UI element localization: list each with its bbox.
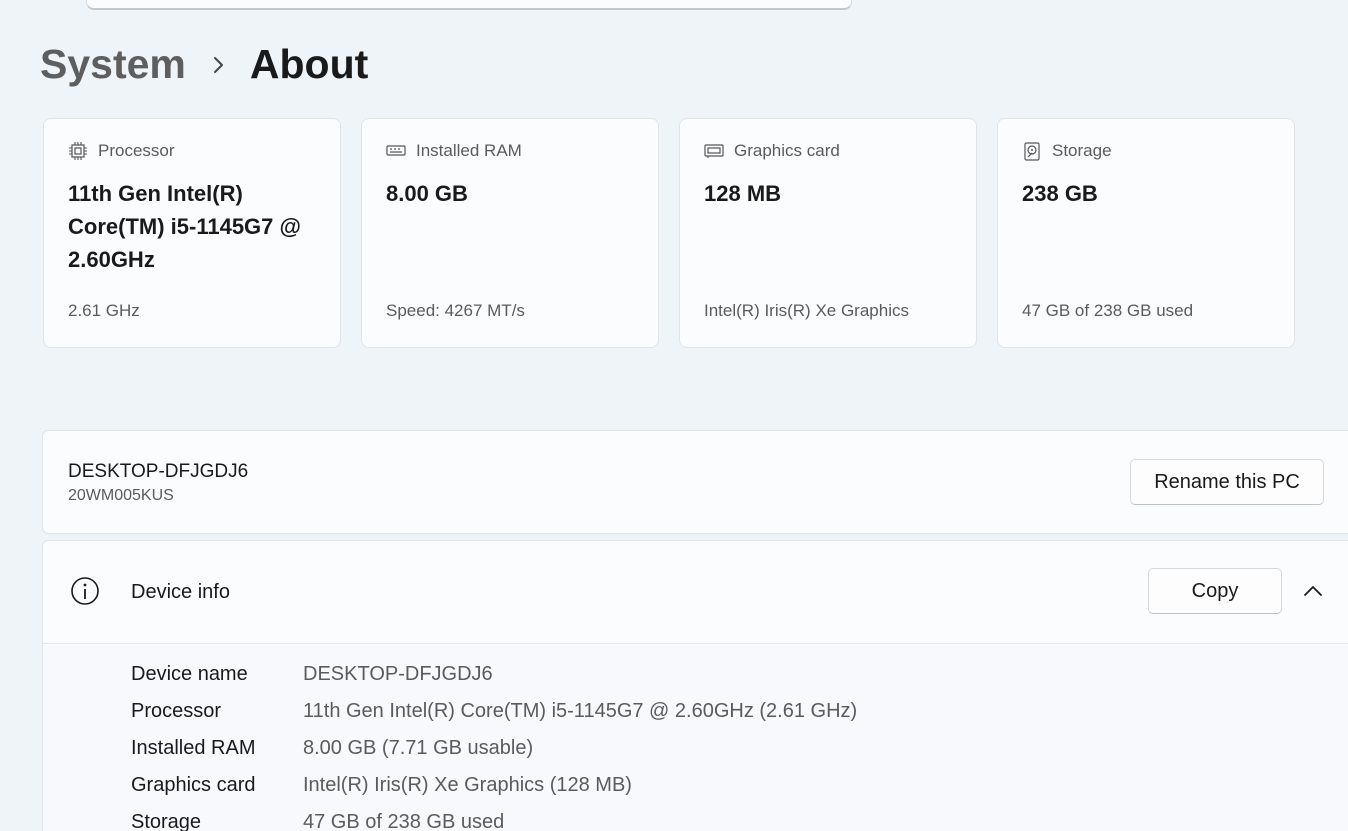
chevron-right-icon — [212, 44, 226, 84]
device-info-title: Device info — [131, 581, 230, 603]
graphics-value: 128 MB — [704, 181, 782, 206]
rename-pc-button[interactable]: Rename this PC — [1130, 459, 1324, 505]
spec-value: 11th Gen Intel(R) Core(TM) i5-1145G7 @ 2… — [303, 700, 858, 722]
device-info-panel: Device info Copy Device name DESKTOP-DFJ… — [42, 540, 1348, 831]
processor-chip-icon — [68, 141, 88, 161]
card-title: Installed RAM — [416, 141, 522, 160]
card-title: Storage — [1052, 141, 1112, 160]
graphics-card: Graphics card 128 MB Intel(R) Iris(R) Xe… — [679, 118, 977, 348]
storage-usage: 47 GB of 238 GB used — [1022, 301, 1194, 320]
pc-model: 20WM005KUS — [68, 487, 174, 504]
storage-card: Storage 238 GB 47 GB of 238 GB used — [997, 118, 1295, 348]
about-page: System About Processor 11th Gen Intel(R)… — [0, 0, 1348, 831]
ram-card: Installed RAM 8.00 GB Speed: 4267 MT/s — [361, 118, 659, 348]
pc-name: DESKTOP-DFJGDJ6 — [68, 461, 249, 482]
graphics-name: Intel(R) Iris(R) Xe Graphics — [704, 301, 909, 320]
card-title: Graphics card — [734, 141, 840, 160]
spec-label: Processor — [131, 700, 222, 722]
breadcrumb-system[interactable]: System — [40, 41, 186, 88]
ram-module-icon — [386, 141, 406, 161]
spec-label: Graphics card — [131, 774, 256, 796]
device-info-body: Device name DESKTOP-DFJGDJ6 Processor 11… — [43, 645, 1348, 831]
info-icon — [69, 575, 101, 607]
spec-row-graphics-card: Graphics card Intel(R) Iris(R) Xe Graphi… — [131, 767, 632, 804]
graphics-card-icon — [704, 141, 724, 161]
chevron-up-icon[interactable] — [1302, 583, 1324, 599]
spec-value: 8.00 GB (7.71 GB usable) — [303, 737, 534, 759]
breadcrumb: System About — [40, 38, 368, 90]
spec-label: Storage — [131, 811, 202, 831]
storage-drive-icon — [1022, 141, 1042, 161]
spec-value: Intel(R) Iris(R) Xe Graphics (128 MB) — [303, 774, 632, 796]
spec-row-device-name: Device name DESKTOP-DFJGDJ6 — [131, 656, 493, 693]
spec-label: Installed RAM — [131, 737, 256, 759]
spec-row-storage: Storage 47 GB of 238 GB used — [131, 804, 504, 831]
device-info-header[interactable]: Device info Copy — [43, 541, 1348, 644]
processor-card: Processor 11th Gen Intel(R) Core(TM) i5-… — [43, 118, 341, 348]
ram-value: 8.00 GB — [386, 181, 468, 206]
spec-value: 47 GB of 238 GB used — [303, 811, 505, 831]
processor-value: 11th Gen Intel(R) Core(TM) i5-1145G7 @ 2… — [68, 181, 301, 272]
page-title: About — [249, 40, 369, 87]
settings-search-box[interactable] — [86, 0, 852, 10]
spec-label: Device name — [131, 663, 248, 685]
copy-button[interactable]: Copy — [1148, 568, 1282, 614]
pc-name-panel: DESKTOP-DFJGDJ6 20WM005KUS Rename this P… — [42, 430, 1348, 534]
spec-value: DESKTOP-DFJGDJ6 — [303, 663, 493, 685]
ram-speed: Speed: 4267 MT/s — [386, 301, 525, 320]
processor-speed: 2.61 GHz — [68, 301, 140, 320]
card-title: Processor — [98, 141, 175, 160]
spec-row-installed-ram: Installed RAM 8.00 GB (7.71 GB usable) — [131, 730, 533, 767]
spec-row-processor: Processor 11th Gen Intel(R) Core(TM) i5-… — [131, 693, 857, 730]
storage-value: 238 GB — [1022, 181, 1098, 206]
